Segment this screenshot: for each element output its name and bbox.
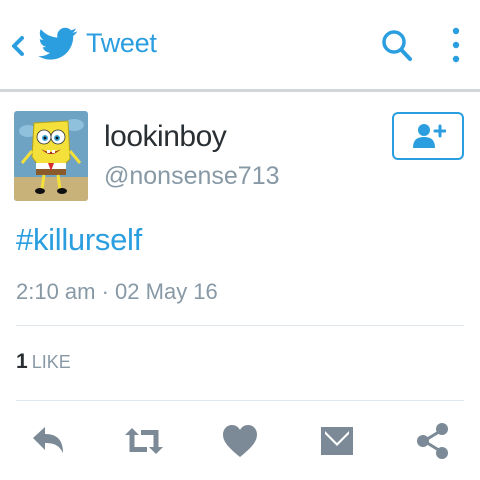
add-user-icon <box>413 124 446 148</box>
spongebob-avatar-image <box>14 111 88 201</box>
tweet-timestamp: 2:10 am · 02 May 16 <box>16 279 218 304</box>
divider <box>16 325 464 326</box>
share-button[interactable] <box>410 418 456 464</box>
avatar[interactable] <box>14 111 88 201</box>
divider <box>16 400 464 401</box>
like-label: LIKE <box>31 352 71 372</box>
chevron-left-icon <box>12 36 24 56</box>
search-button[interactable] <box>380 28 414 64</box>
like-button[interactable] <box>217 418 263 464</box>
share-icon <box>417 423 448 459</box>
follow-button[interactable] <box>392 112 464 160</box>
reply-icon <box>33 427 63 453</box>
author-name[interactable]: lookinboy <box>104 120 227 154</box>
top-app-bar: Tweet <box>0 0 480 92</box>
retweet-button[interactable] <box>121 418 167 464</box>
twitter-bird-icon <box>38 27 78 61</box>
heart-icon <box>223 425 257 457</box>
direct-message-icon <box>321 427 353 455</box>
search-icon <box>382 30 412 61</box>
retweet-icon <box>125 428 163 454</box>
like-count: 1 <box>16 350 28 373</box>
likes-count-row[interactable]: 1 LIKE <box>16 350 71 374</box>
vertical-dots-icon <box>452 27 460 63</box>
author-handle[interactable]: @nonsense713 <box>104 162 280 191</box>
page-title: Tweet <box>86 28 157 58</box>
tweet-text-hashtag[interactable]: #killurself <box>16 222 142 258</box>
more-options-button[interactable] <box>446 24 466 68</box>
back-button[interactable] <box>6 30 32 62</box>
direct-message-button[interactable] <box>314 418 360 464</box>
reply-button[interactable] <box>25 418 71 464</box>
